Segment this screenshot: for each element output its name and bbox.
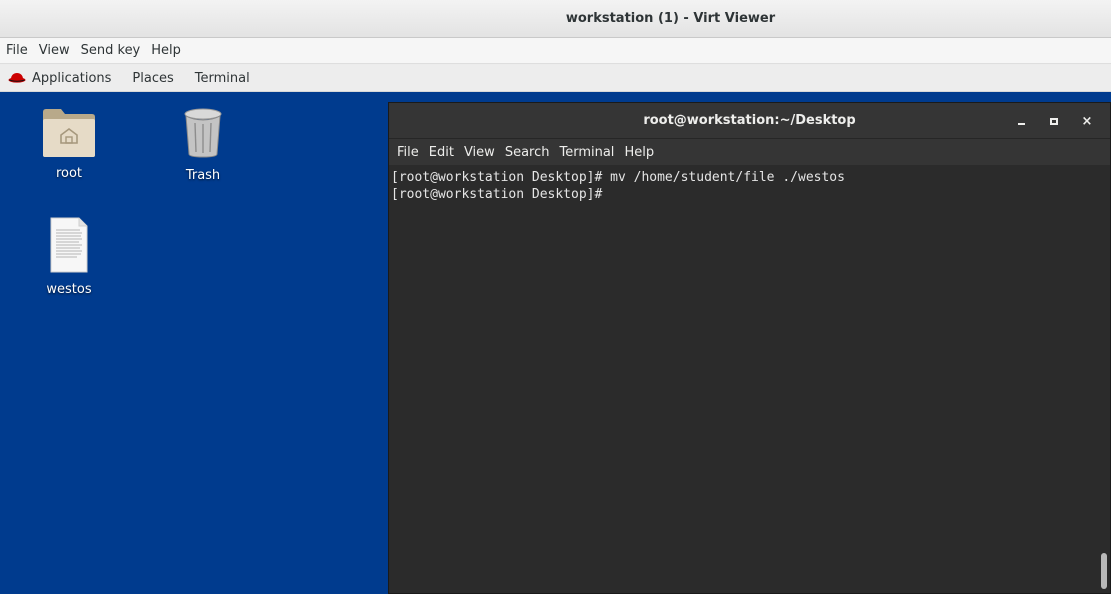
window-title: workstation (1) - Virt Viewer bbox=[565, 11, 776, 26]
text-file-icon bbox=[50, 217, 88, 273]
guest-top-panel: Applications Places Terminal bbox=[0, 65, 1111, 92]
viewer-menu-help[interactable]: Help bbox=[151, 43, 181, 58]
terminal-menu-file[interactable]: File bbox=[397, 145, 419, 160]
viewer-menubar: File View Send key Help bbox=[0, 38, 1111, 64]
desktop-icon-trash-label: Trash bbox=[185, 168, 221, 183]
terminal-line: [root@workstation Desktop]# mv /home/stu… bbox=[391, 170, 845, 185]
desktop-icon-trash[interactable]: Trash bbox=[163, 106, 243, 183]
terminal-menu-view[interactable]: View bbox=[464, 145, 495, 160]
desktop-icon-westos[interactable]: westos bbox=[29, 216, 109, 297]
minimize-icon bbox=[1017, 123, 1025, 125]
maximize-button[interactable] bbox=[1041, 110, 1067, 132]
window-controls: × bbox=[1001, 103, 1100, 139]
viewer-menu-file[interactable]: File bbox=[6, 43, 28, 58]
desktop-icon-westos-label: westos bbox=[46, 282, 92, 297]
home-folder-icon bbox=[43, 109, 95, 157]
minimize-button[interactable] bbox=[1008, 110, 1034, 132]
desktop-icon-root[interactable]: root bbox=[29, 106, 109, 181]
window-titlebar[interactable]: workstation (1) - Virt Viewer bbox=[0, 0, 1111, 38]
terminal-scrollbar[interactable] bbox=[1101, 553, 1107, 589]
redhat-logo-icon bbox=[8, 73, 26, 83]
applications-label: Applications bbox=[32, 70, 112, 86]
terminal-menubar: File Edit View Search Terminal Help bbox=[389, 139, 1110, 165]
terminal-output[interactable]: [root@workstation Desktop]# mv /home/stu… bbox=[389, 166, 1110, 593]
places-menu[interactable]: Places bbox=[132, 71, 173, 86]
terminal-menu-help[interactable]: Help bbox=[624, 145, 654, 160]
trash-icon bbox=[184, 108, 222, 158]
terminal-window[interactable]: root@workstation:~/Desktop × File Edit V… bbox=[388, 102, 1111, 594]
terminal-title: root@workstation:~/Desktop bbox=[643, 113, 856, 128]
maximize-icon bbox=[1050, 117, 1058, 125]
viewer-menu-send-key[interactable]: Send key bbox=[81, 43, 141, 58]
terminal-menu-terminal[interactable]: Terminal bbox=[559, 145, 614, 160]
terminal-app-label: Terminal bbox=[194, 70, 250, 86]
terminal-menu-search[interactable]: Search bbox=[505, 145, 550, 160]
terminal-app-menu[interactable]: Terminal bbox=[195, 71, 250, 86]
viewer-menu-view[interactable]: View bbox=[39, 43, 70, 58]
applications-menu[interactable]: Applications bbox=[8, 71, 111, 86]
close-button[interactable]: × bbox=[1074, 110, 1100, 132]
desktop-icon-root-label: root bbox=[55, 166, 83, 181]
places-label: Places bbox=[132, 70, 174, 86]
terminal-titlebar[interactable]: root@workstation:~/Desktop × bbox=[389, 103, 1110, 139]
terminal-menu-edit[interactable]: Edit bbox=[429, 145, 454, 160]
terminal-prompt-line: [root@workstation Desktop]# bbox=[391, 187, 611, 202]
close-icon: × bbox=[1081, 113, 1093, 129]
